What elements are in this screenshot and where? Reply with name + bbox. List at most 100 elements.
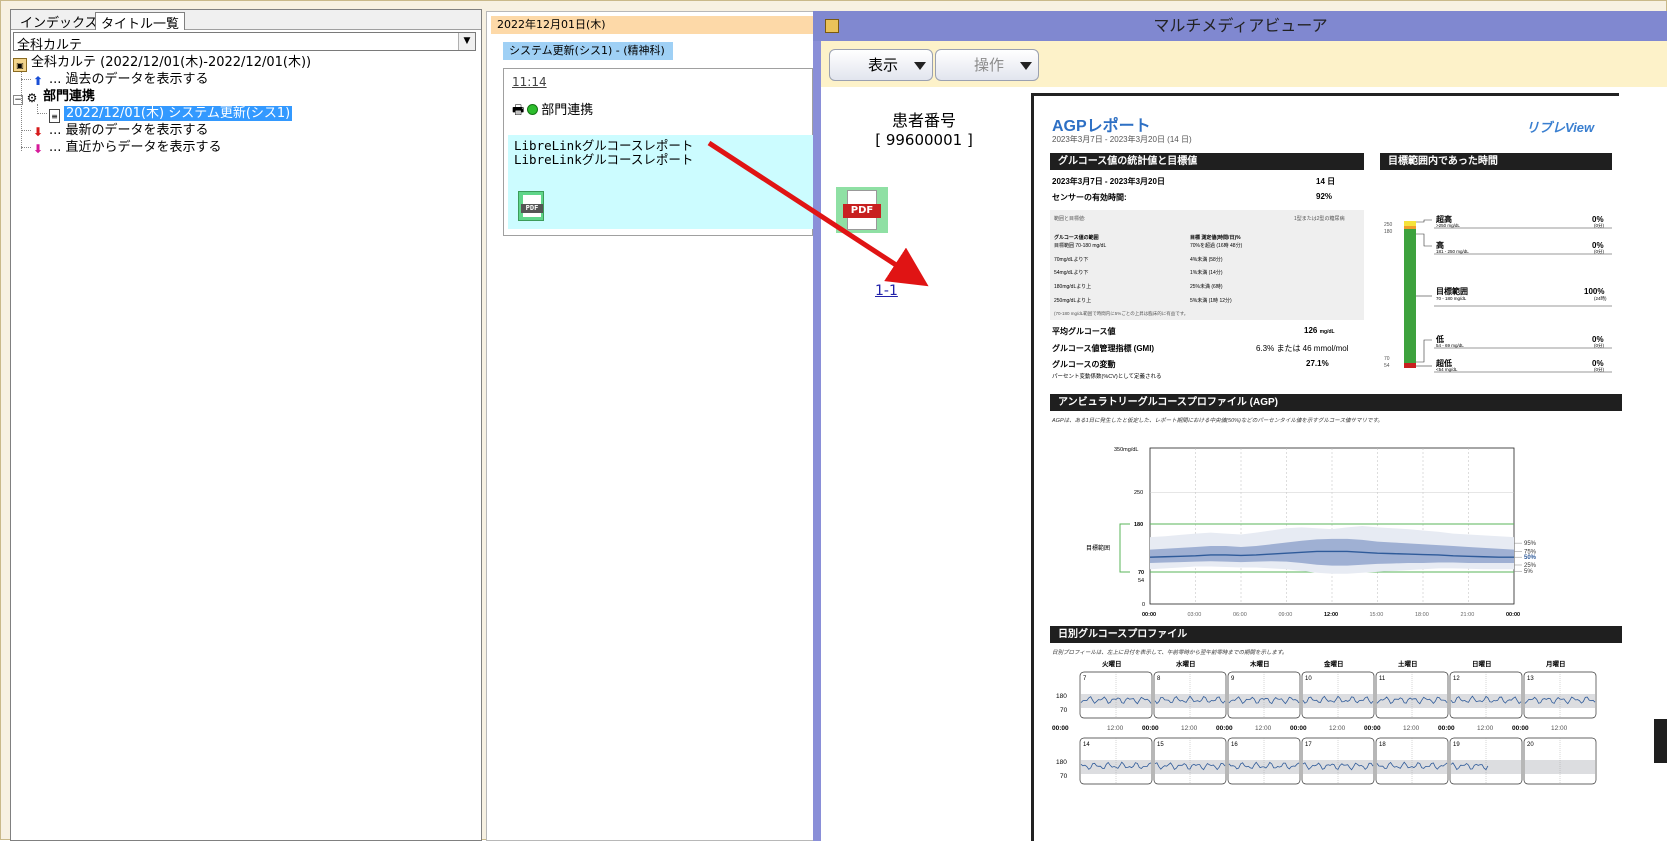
tree-item-recent[interactable]: ⬇ ... 直近からデータを表示する: [31, 139, 222, 156]
tree-connector: [21, 130, 31, 131]
pdf-attachment-label: PDF: [521, 204, 543, 213]
tir-level-range: <54 mg/dL: [1436, 367, 1458, 372]
time-in-range-bar: 250 180 70 54 超高 >250 mg/dL 0% (0分) 高 18…: [1384, 214, 1612, 373]
tir-level-time: (0分): [1594, 222, 1605, 229]
agp-y-tick: 0: [1142, 602, 1145, 608]
arrow-down-recent-icon: ⬇: [32, 142, 44, 156]
period-label: 2023年3月7日 - 2023年3月20日: [1052, 177, 1165, 186]
arrow-up-icon: ⬆: [32, 74, 44, 88]
multimedia-viewer-window: マルチメディアビューア 表示 操作 患者番号 [ 99600001 ] PDF …: [813, 11, 1667, 841]
operate-menu-button[interactable]: 操作: [935, 49, 1039, 81]
arrow-down-icon: ⬇: [32, 125, 44, 139]
tree-connector: [21, 79, 31, 80]
sensor-value: 92%: [1316, 192, 1333, 201]
pdf-thumbnail-icon[interactable]: PDF: [836, 187, 888, 233]
tir-target-segment: [1404, 229, 1416, 363]
weekday-label: 水曜日: [1176, 659, 1196, 668]
pdf-attachment-icon[interactable]: PDF: [518, 191, 544, 221]
target-head: 目標 測定値(時間/日)%: [1190, 235, 1241, 241]
tree-item-past[interactable]: ⬆ ... 過去のデータを表示する: [31, 71, 209, 88]
ranges-note: (70-180 mg/dL範囲で時間内に5%ごとの上昇は臨床的に有益です。: [1054, 311, 1189, 316]
section-stats: グルコース値の統計値と目標値: [1050, 153, 1364, 170]
tab-title-list[interactable]: タイトル一覧: [95, 12, 186, 32]
daily-x-tick: 00:00: [1512, 725, 1529, 732]
daily-x-tick: 00:00: [1142, 725, 1159, 732]
agp-y-tick: 250: [1134, 490, 1143, 496]
entry-time[interactable]: 11:14: [512, 75, 547, 89]
brand-logo: リブレView: [1526, 120, 1595, 135]
tir-level-range: 54 - 69 mg/dL: [1436, 343, 1464, 348]
weekday-label: 月曜日: [1545, 659, 1566, 668]
agp-percentile-label: 50%: [1524, 555, 1537, 561]
range-row-goal: 4%未満 (58分): [1190, 257, 1223, 263]
patient-number: [ 99600001 ]: [875, 131, 973, 149]
agp-target-label: 目標範囲: [1086, 544, 1110, 552]
system-update-bar[interactable]: システム更新(シス1) - (精神科): [503, 42, 673, 60]
daily-profiles: 火曜日 水曜日 木曜日 金曜日 土曜日 日曜日 月曜日7 8 9 10 11 12 131807000:…: [1052, 659, 1597, 785]
collapse-icon[interactable]: −: [13, 95, 23, 105]
daily-x-tick: 12:00: [1477, 725, 1494, 732]
date-header: 2022年12月01日(木): [491, 16, 813, 34]
tree-connector: [37, 113, 47, 114]
tab-index[interactable]: インデックス: [15, 12, 103, 31]
section-agp: アンビュラトリーグルコースプロファイル (AGP): [1050, 394, 1622, 411]
chart-select[interactable]: 全科カルテ ▼: [13, 32, 476, 53]
operate-menu-label: 操作: [974, 56, 1005, 74]
daily-day-number: 10: [1305, 676, 1312, 682]
daily-x-tick: 12:00: [1329, 725, 1346, 732]
agp-x-tick: 00:00: [1142, 612, 1156, 618]
weekday-label: 日曜日: [1472, 659, 1492, 668]
ranges-caption: 範囲と目標値:: [1054, 216, 1086, 222]
viewer-titlebar[interactable]: マルチメディアビューア: [813, 11, 1667, 41]
gmi-label: グルコース値管理指標 (GMI): [1052, 344, 1155, 353]
app-root: インデックス タイトル一覧 全科カルテ ▼ ▣ 全科カルテ (2022/12/01…: [0, 0, 1667, 841]
range-row-goal: 25%未満 (6時): [1190, 284, 1223, 290]
agp-x-axis: 00:00 03:00 06:00 09:00 12:00 15:00 18:00 21:00…: [1142, 612, 1520, 618]
chart-select-value: 全科カルテ: [17, 38, 83, 53]
scrollbar-thumb[interactable]: [1654, 719, 1667, 763]
daily-y-tick: 180: [1056, 693, 1067, 700]
range-row-label: 180mg/dLより上: [1054, 284, 1092, 290]
tree-root[interactable]: ▣ 全科カルテ (2022/12/01(木)-2022/12/01(木)): [13, 54, 312, 72]
tab-strip: インデックス タイトル一覧: [11, 10, 481, 32]
daily-day-number: 19: [1453, 742, 1460, 748]
agp-x-tick: 09:00: [1279, 612, 1293, 618]
tir-level-time: (0分): [1594, 366, 1605, 373]
page-link[interactable]: 1-1: [875, 283, 898, 299]
tree-connector: [21, 69, 22, 151]
pdf-thumbnail-label: PDF: [843, 204, 881, 218]
tir-tick: 54: [1384, 363, 1390, 369]
tir-level-range: 181 - 250 mg/dL: [1436, 249, 1469, 254]
agp-chart: 350mg/dL 250 180 70 54 0 目標範囲 00:00 03:00…: [1086, 447, 1537, 618]
tree-root-label: 全科カルテ (2022/12/01(木)-2022/12/01(木)): [31, 55, 312, 70]
tir-level-time: (24時): [1594, 296, 1607, 301]
daily-x-tick: 12:00: [1255, 725, 1272, 732]
daily-day-number: 18: [1379, 742, 1386, 748]
tree-item-entry[interactable]: ≡ 2022/12/01(木) システム更新(シス1): [49, 105, 293, 123]
period-days: 14 日: [1316, 177, 1336, 186]
tree-item-latest[interactable]: ⬇ ... 最新のデータを表示する: [31, 122, 209, 139]
dropdown-arrow-icon: [914, 62, 926, 70]
avg-glucose-label: 平均グルコース値: [1052, 327, 1116, 336]
agp-y-tick: 180: [1134, 522, 1143, 528]
daily-x-tick: 00:00: [1216, 725, 1233, 732]
range-head: グルコース値の範囲: [1054, 235, 1099, 241]
tree-group-dept[interactable]: − ⚙ 部門連携: [13, 88, 95, 105]
avg-glucose-unit: mg/dL: [1319, 329, 1335, 335]
target-range: 目標範囲 70-180 mg/dL: [1054, 243, 1107, 249]
tir-tick: 70: [1384, 356, 1390, 362]
agp-y-tick: 54: [1138, 578, 1144, 584]
view-menu-button[interactable]: 表示: [829, 49, 933, 81]
ranges-type: 1型または2型の糖尿病: [1294, 216, 1345, 222]
report-title: AGPレポート: [1052, 118, 1151, 135]
agp-x-tick: 00:00: [1506, 612, 1520, 618]
tir-low-segment: [1404, 363, 1416, 368]
chevron-down-icon[interactable]: ▼: [458, 33, 475, 50]
agp-percentile-labels: 95%75%50%25%5%: [1514, 541, 1537, 575]
range-row-goal: 5%未満 (1時 12分): [1190, 298, 1232, 304]
agp-x-tick: 03:00: [1188, 612, 1202, 618]
avg-glucose-value: 126 mg/dL: [1304, 326, 1335, 335]
agp-x-tick: 15:00: [1370, 612, 1384, 618]
entry-department: 🖶 部門連携: [512, 99, 593, 123]
cv-value: 27.1%: [1306, 359, 1329, 368]
